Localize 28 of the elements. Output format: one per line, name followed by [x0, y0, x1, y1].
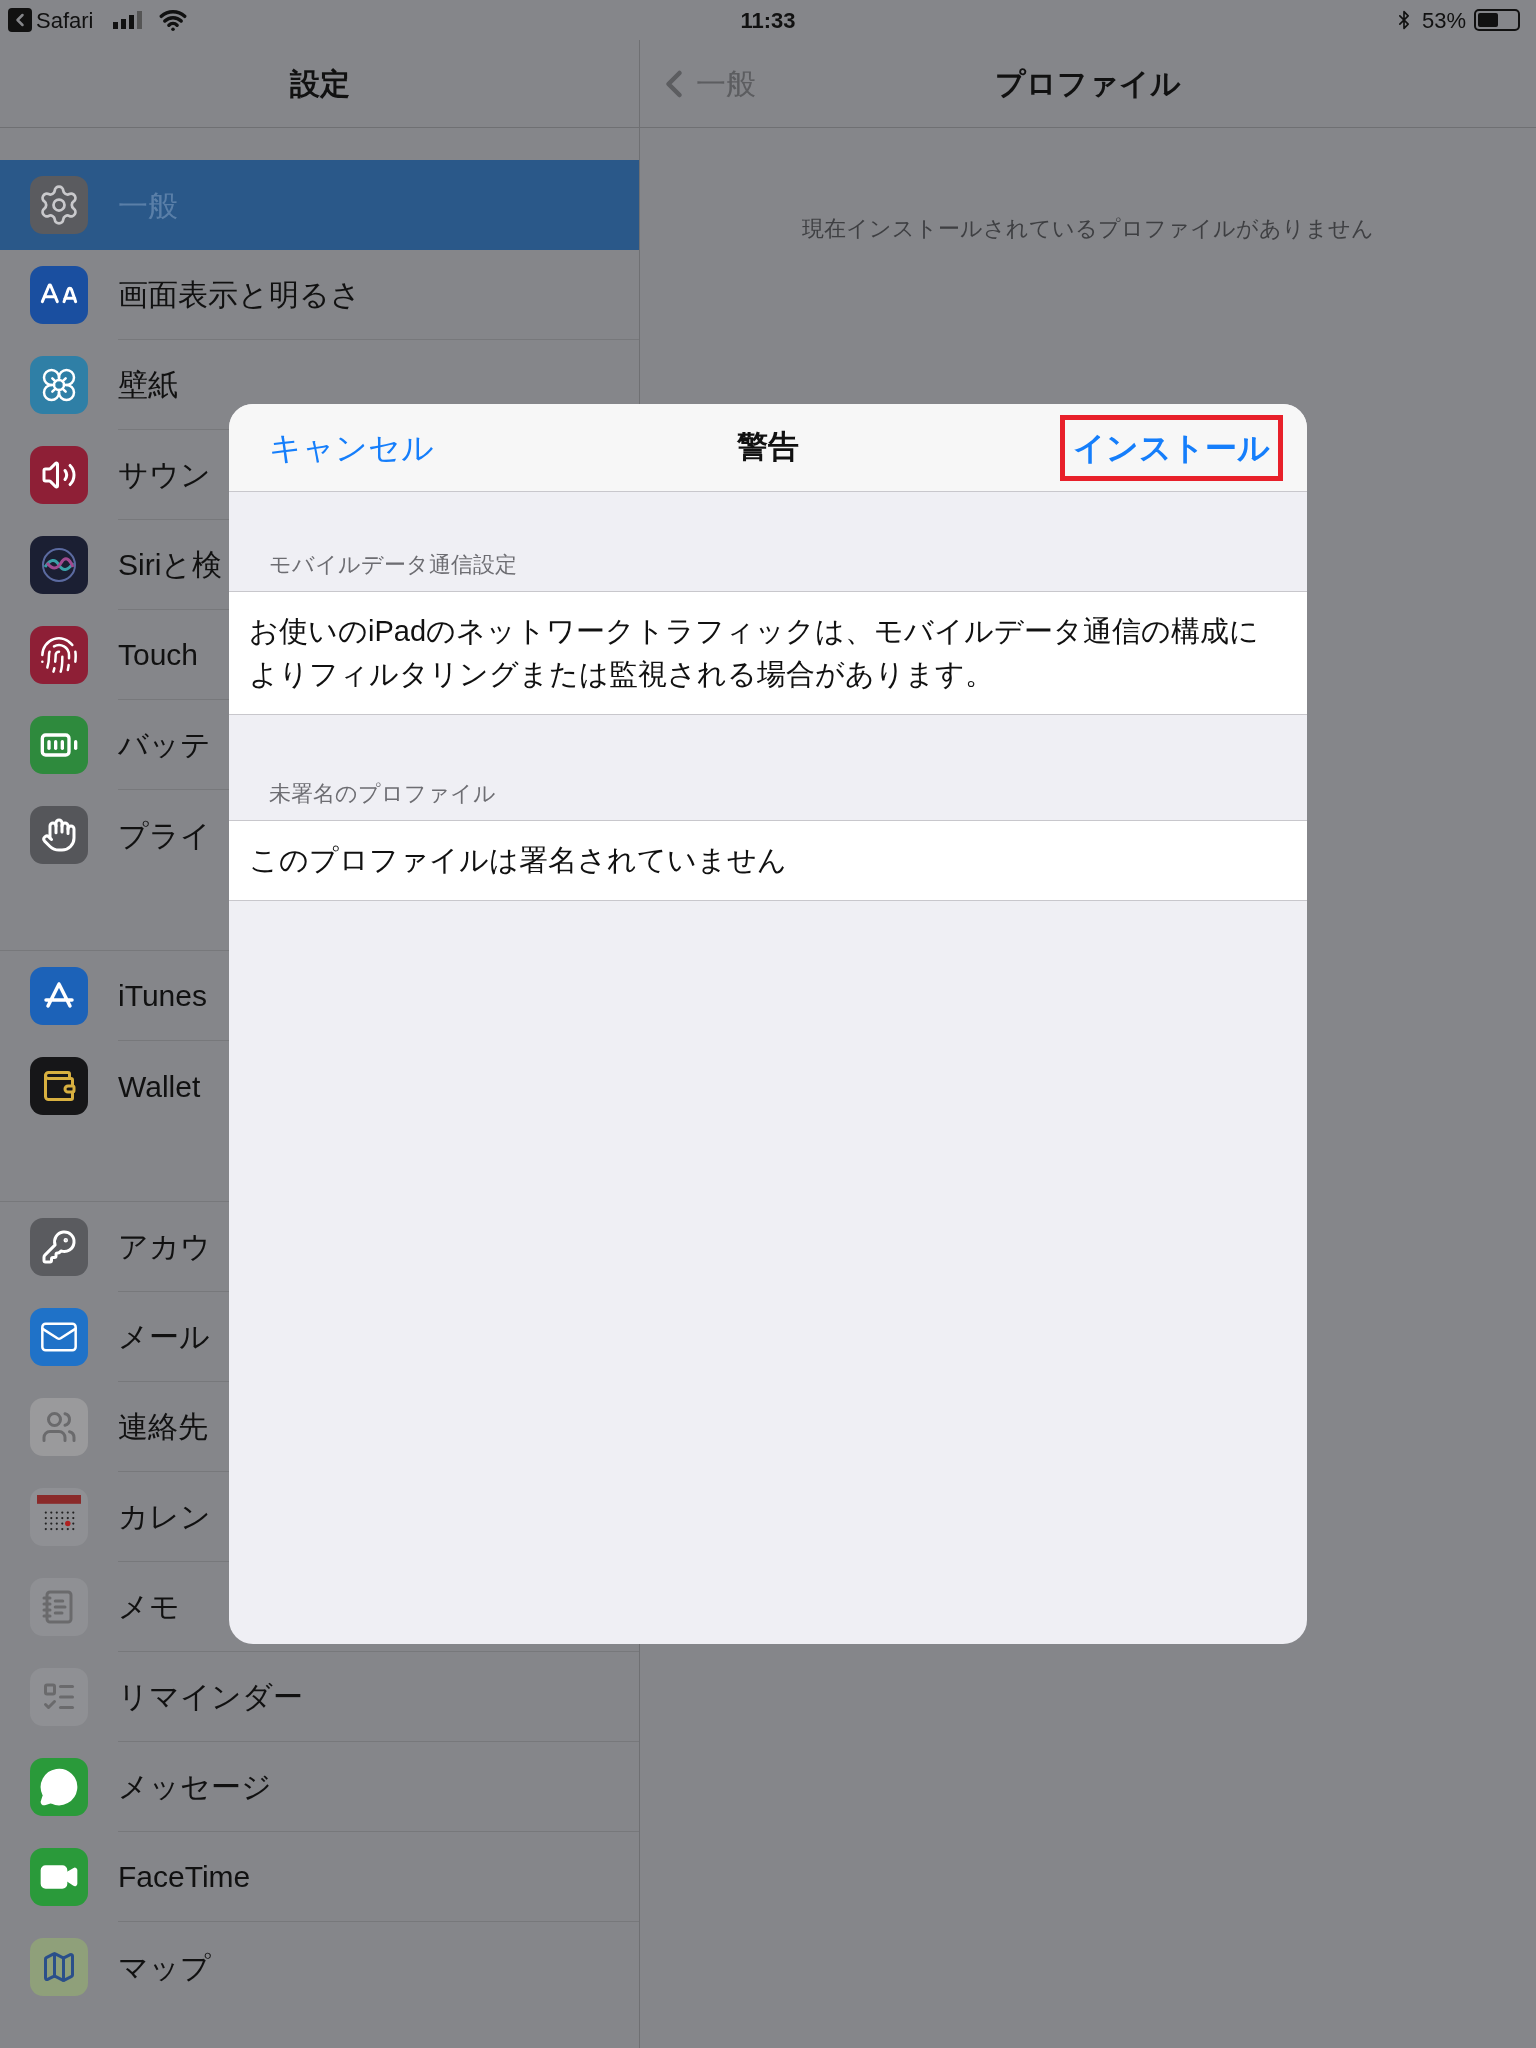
row-label: サウン [118, 457, 211, 493]
row-label: バッテ [118, 727, 211, 763]
section-text: お使いのiPadのネットワークトラフィックは、モバイルデータ通信の構成によりフィルタリングまたは監視される場合があります。 [249, 614, 1261, 692]
status-time: 11:33 [740, 6, 796, 35]
row-label: 連絡先 [118, 1409, 208, 1445]
row-label: iTunes [118, 978, 207, 1014]
row-label: メッセージ [118, 1769, 272, 1805]
dialog-title: 警告 [737, 428, 799, 467]
row-label: Siriと検 [118, 547, 223, 583]
row-label: マップ [118, 1949, 211, 1986]
section-text: このプロファイルは署名されていません [249, 843, 788, 878]
empty-message: 現在インストールされているプロファイルがありません [802, 215, 1374, 243]
row-label: アカウ [118, 1229, 211, 1265]
sidebar-title: 設定 [289, 66, 350, 102]
row-label: 画面表示と明るさ [118, 277, 361, 313]
row-label: Touch [118, 637, 199, 673]
row-label: リマインダー [118, 1679, 303, 1715]
section-header: 未署名のプロファイル [269, 781, 496, 806]
section-header: モバイルデータ通信設定 [269, 552, 517, 577]
row-label: カレン [118, 1499, 211, 1535]
row-label: Wallet [118, 1068, 201, 1105]
row-label: メモ [118, 1589, 180, 1625]
row-label: プライ [118, 817, 211, 854]
row-label: メール [118, 1319, 210, 1355]
row-label: 壁紙 [118, 367, 178, 403]
page-title: プロファイル [995, 66, 1181, 102]
battery-percent: 53% [1421, 6, 1466, 35]
row-label: FaceTime [118, 1859, 251, 1895]
